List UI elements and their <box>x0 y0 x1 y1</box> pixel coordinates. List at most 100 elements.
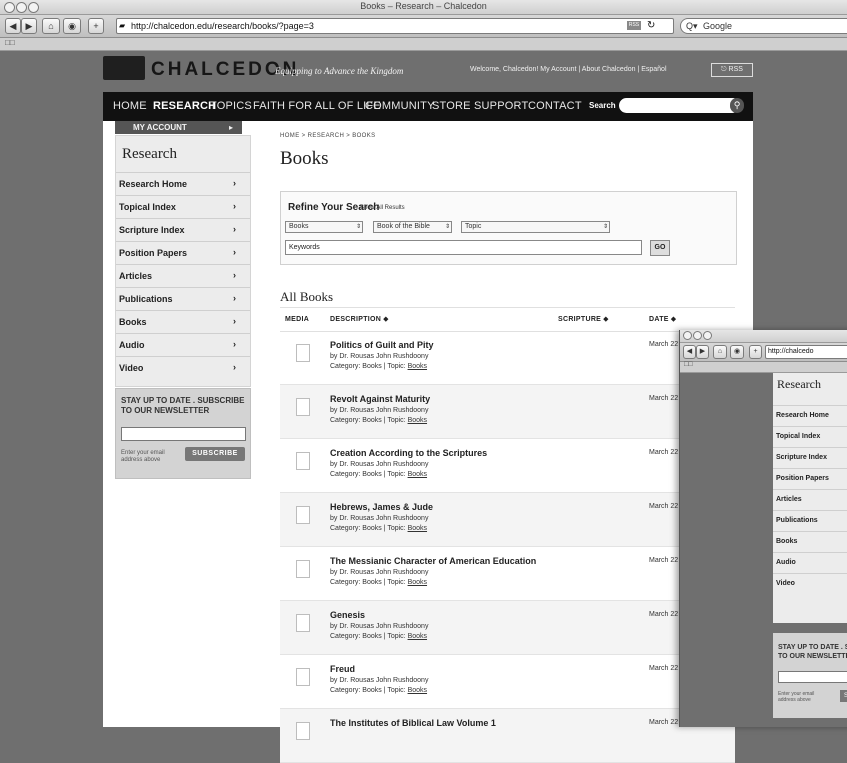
book-title-link[interactable]: Politics of Guilt and Pity <box>330 340 434 350</box>
snapback-button[interactable]: ◉ <box>63 18 81 34</box>
second-sidebar-item[interactable]: Position Papers <box>773 468 847 490</box>
book-title-link[interactable]: Genesis <box>330 610 365 620</box>
nav-home[interactable]: HOME <box>113 100 147 112</box>
sidebar-item-scripture-index[interactable]: Scripture Index › <box>116 218 250 241</box>
second-sidebar-item[interactable]: Articles <box>773 489 847 511</box>
second-sidebar-item[interactable]: Topical Index <box>773 426 847 448</box>
back-button[interactable]: ◀ <box>5 18 21 34</box>
zoom-window-icon[interactable] <box>703 331 712 340</box>
book-title-link[interactable]: Revolt Against Maturity <box>330 394 430 404</box>
book-topic-link[interactable]: Books <box>408 363 427 370</box>
go-button[interactable]: GO <box>650 240 670 256</box>
rss-reader-badge[interactable]: RSS <box>627 21 641 30</box>
document-icon <box>296 506 310 524</box>
column-description[interactable]: DESCRIPTION ⬥ <box>330 316 389 324</box>
book-topic-link[interactable]: Books <box>408 525 427 532</box>
second-subscribe-button[interactable]: S <box>840 690 847 702</box>
book-title-link[interactable]: Creation According to the Scriptures <box>330 448 487 458</box>
book-topic-link[interactable]: Books <box>408 687 427 694</box>
subscribe-button[interactable]: SUBSCRIBE <box>185 447 245 461</box>
sidebar-item-video[interactable]: Video › <box>116 356 250 379</box>
add-bookmark-button[interactable]: + <box>88 18 104 34</box>
book-title-link[interactable]: The Messianic Character of American Educ… <box>330 556 536 566</box>
table-row[interactable]: Creation According to the Scriptures by D… <box>280 439 735 493</box>
close-window-icon[interactable] <box>683 331 692 340</box>
newsletter-email-input[interactable] <box>121 427 246 441</box>
category-select[interactable]: Books ⇕ <box>285 221 363 233</box>
second-address-bar[interactable]: http://chalcedo <box>765 345 847 359</box>
minimize-window-icon[interactable] <box>693 331 702 340</box>
book-topic-link[interactable]: Books <box>408 471 427 478</box>
home-button[interactable]: ⌂ <box>42 18 60 34</box>
second-sidebar-item[interactable]: Video <box>773 573 847 595</box>
table-row[interactable]: Revolt Against Maturity by Dr. Rousas Joh… <box>280 385 735 439</box>
my-account-tab[interactable]: MY ACCOUNT ▸ <box>115 121 242 134</box>
book-topic-link[interactable]: Books <box>408 417 427 424</box>
home-button[interactable]: ⌂ <box>713 345 727 359</box>
sidebar-item-articles[interactable]: Articles › <box>116 264 250 287</box>
table-row[interactable]: Genesis by Dr. Rousas John Rushdoony Categ… <box>280 601 735 655</box>
table-row[interactable]: The Institutes of Biblical Law Volume 1M… <box>280 709 735 763</box>
book-title-link[interactable]: Hebrews, James & Jude <box>330 502 433 512</box>
second-sidebar-item[interactable]: Books <box>773 531 847 553</box>
nav-topics[interactable]: TOPICS <box>210 100 252 112</box>
chalcedon-logo-icon[interactable] <box>103 56 145 80</box>
header-account-links[interactable]: Welcome, Chalcedon! My Account | About C… <box>470 66 667 73</box>
sidebar-item-position-papers[interactable]: Position Papers › <box>116 241 250 264</box>
column-date[interactable]: DATE ⬥ <box>649 316 676 324</box>
forward-button[interactable]: ▶ <box>21 18 37 34</box>
second-window-page: Research Research Home Topical Index Scrip… <box>680 373 847 727</box>
table-row[interactable]: The Messianic Character of American Educ… <box>280 547 735 601</box>
book-author: by Dr. Rousas John Rushdoony <box>330 515 429 522</box>
second-browser-window[interactable]: ◀ ▶ ⌂ ◉ + http://chalcedo □□ Research Re… <box>679 330 847 727</box>
snapback-button[interactable]: ◉ <box>730 345 744 359</box>
sidebar-item-label: Scripture Index <box>119 225 185 235</box>
address-bar[interactable]: ▰ http://chalcedon.edu/research/books/?p… <box>116 18 674 34</box>
reload-icon[interactable]: ↻ <box>647 19 655 33</box>
second-sidebar-item[interactable]: Scripture Index <box>773 447 847 469</box>
book-title-link[interactable]: Freud <box>330 664 355 674</box>
bible-book-select[interactable]: Book of the Bible ⇕ <box>373 221 452 233</box>
nav-research[interactable]: RESEARCH <box>153 100 216 112</box>
keywords-input[interactable]: Keywords <box>285 240 642 255</box>
newsletter-title: STAY UP TO DATE . SUBSCRIBE TO OUR NEWSL… <box>121 396 245 415</box>
book-topic-link[interactable]: Books <box>408 633 427 640</box>
nav-faith-for-all-of-life[interactable]: FAITH FOR ALL OF LIFE <box>253 100 381 112</box>
rss-link[interactable]: ⎋ RSS <box>711 63 753 77</box>
add-bookmark-button[interactable]: + <box>749 345 762 359</box>
table-row[interactable]: Freud by Dr. Rousas John Rushdoony Categor… <box>280 655 735 709</box>
search-engine-icon[interactable]: Q▾ <box>686 19 698 33</box>
second-sidebar-item[interactable]: Audio <box>773 552 847 574</box>
column-scripture[interactable]: SCRIPTURE ⬥ <box>558 316 609 324</box>
book-icon[interactable]: □□ <box>684 361 692 368</box>
sidebar-item-topical-index[interactable]: Topical Index › <box>116 195 250 218</box>
table-row[interactable]: Politics of Guilt and Pity by Dr. Rousas … <box>280 331 735 385</box>
breadcrumb[interactable]: HOME > RESEARCH > BOOKS <box>280 133 376 139</box>
chevron-right-icon: › <box>233 178 236 188</box>
sidebar-item-publications[interactable]: Publications › <box>116 287 250 310</box>
book-category: Category: Books | Topic: Books <box>330 687 427 694</box>
nav-support[interactable]: SUPPORT <box>474 100 528 112</box>
sidebar-item-audio[interactable]: Audio › <box>116 333 250 356</box>
site-search-button[interactable]: ⚲ <box>730 98 744 113</box>
forward-button[interactable]: ▶ <box>696 345 709 359</box>
book-icon[interactable]: □□ <box>5 38 15 47</box>
site-search-input[interactable] <box>619 98 740 113</box>
second-newsletter-email-input[interactable] <box>778 671 847 683</box>
web-search-input[interactable]: Q▾ Google <box>680 18 847 34</box>
topic-select[interactable]: Topic ⇕ <box>461 221 610 233</box>
snapback-icon: ◉ <box>68 21 76 31</box>
nav-community[interactable]: COMMUNITY <box>365 100 435 112</box>
sidebar-item-books[interactable]: Books › <box>116 310 250 333</box>
topic-select-value: Topic <box>465 223 482 230</box>
book-category: Category: Books | Topic: Books <box>330 417 427 424</box>
second-sidebar-item[interactable]: Research Home <box>773 405 847 427</box>
nav-store[interactable]: STORE <box>432 100 471 112</box>
table-row[interactable]: Hebrews, James & Jude by Dr. Rousas John … <box>280 493 735 547</box>
book-topic-link[interactable]: Books <box>408 579 427 586</box>
second-sidebar-item[interactable]: Publications <box>773 510 847 532</box>
back-button[interactable]: ◀ <box>683 345 696 359</box>
nav-contact[interactable]: CONTACT <box>528 100 582 112</box>
sidebar-item-research-home[interactable]: Research Home › <box>116 172 250 195</box>
show-all-results-link[interactable]: Show All Results <box>360 205 405 211</box>
